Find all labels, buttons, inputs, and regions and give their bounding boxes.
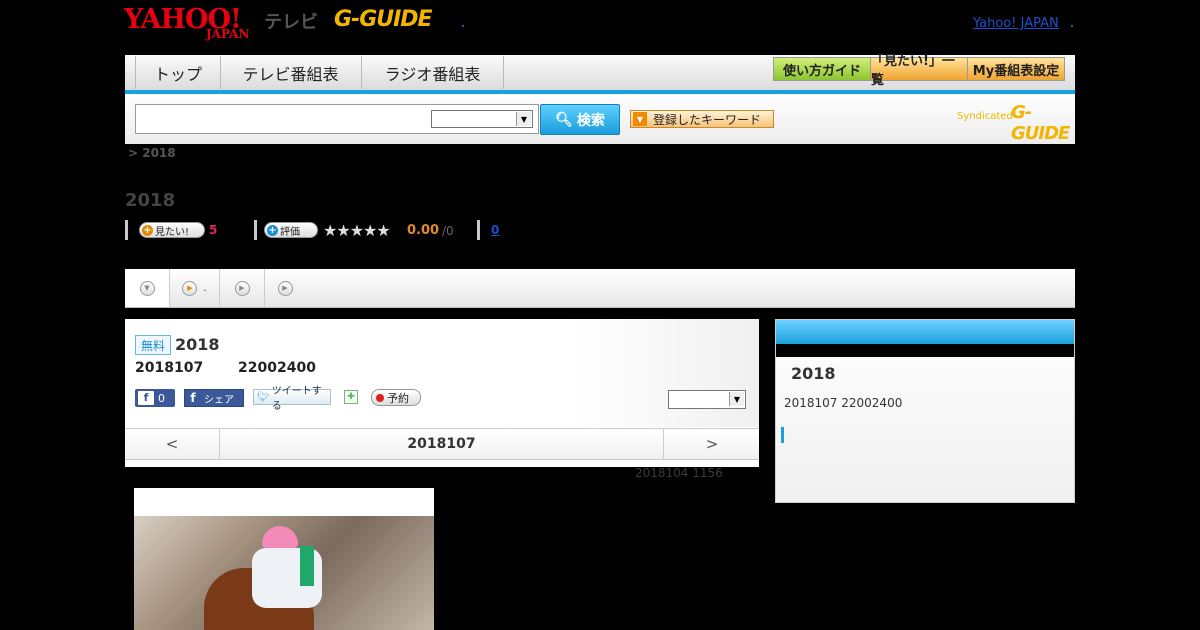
star-rating-icons: ★★★★★ <box>323 221 391 240</box>
play-icon: ▶ <box>234 280 250 296</box>
horse-racing-photo <box>134 516 434 630</box>
rate-label: 評価 <box>280 226 300 238</box>
program-meta: 2018104 1156 <box>635 466 723 480</box>
want-list-button[interactable]: 「見たい!」一覧 <box>870 54 968 88</box>
program-card: 無料 2018 2018107 22002400 f 0 f シェア 🐦︎ ツイ… <box>125 319 759 467</box>
program-tabs: ▼ ▶ . ▶ ▶ <box>125 269 1075 308</box>
review-count-link[interactable]: 0 <box>491 223 499 237</box>
facebook-share-label: シェア <box>204 394 234 406</box>
my-listings-settings-button[interactable]: My番組表設定 <box>967 57 1065 81</box>
record-dot-icon <box>376 393 384 402</box>
tab-schedule[interactable]: ▶ <box>220 269 265 307</box>
nav-tab-tv-listings[interactable]: テレビ番組表 <box>220 56 362 89</box>
jockey-cap-shape <box>262 526 298 548</box>
divider <box>477 220 480 240</box>
sidebar-title: 2018 <box>791 364 836 383</box>
chevron-down-icon: ▼ <box>139 280 155 296</box>
tv-logo-label: テレビ <box>264 12 318 33</box>
header-divider-dot <box>462 25 464 27</box>
tab-program-info[interactable]: ▼ <box>125 269 170 307</box>
rate-button[interactable]: + 評価 <box>264 222 318 238</box>
play-icon: ▶ <box>277 280 293 296</box>
play-icon: ▶ <box>182 280 198 296</box>
current-day-label: 2018107 <box>407 436 476 452</box>
rating-score: 0.00 <box>407 223 440 238</box>
want-to-watch-label: 見たい! <box>155 226 190 238</box>
sidebar-accent-bar <box>781 427 784 443</box>
search-button[interactable]: 🔍︎ 検索 <box>540 104 620 135</box>
facebook-icon: f <box>190 391 196 405</box>
saved-keywords-button[interactable]: ▼ 登録したキーワード <box>630 110 774 128</box>
gguide-logo[interactable]: G-GUIDE <box>334 7 433 32</box>
sidebar-header <box>776 320 1074 344</box>
reserve-label: 予約 <box>387 391 409 405</box>
header-divider-dot <box>1071 25 1073 27</box>
search-category-select[interactable]: ▼ <box>431 110 533 128</box>
program-time: 22002400 <box>238 360 316 376</box>
facebook-icon: f <box>138 391 154 405</box>
program-title: 2018 <box>175 335 220 354</box>
nav-tab-radio-listings[interactable]: ラジオ番組表 <box>362 56 504 89</box>
syndicated-gguide-logo: G-GUIDE <box>1011 102 1070 144</box>
syndicated-label: Syndicated <box>957 111 1013 122</box>
twitter-bird-icon: 🐦︎ <box>257 391 270 403</box>
previous-day-button[interactable]: < <box>125 429 220 459</box>
tweet-label: ツイートする <box>271 386 322 412</box>
tweet-button[interactable]: 🐦︎ ツイートする <box>253 386 331 412</box>
facebook-like-button[interactable]: f 0 <box>135 389 175 407</box>
reserve-recording-button[interactable]: 予約 <box>371 389 421 406</box>
want-to-watch-button[interactable]: + 見たい! <box>139 222 205 238</box>
search-bar: ▼ 🔍︎ 検索 ▼ 登録したキーワード Syndicated G-GUIDE <box>125 94 1075 144</box>
plus-icon: + <box>267 224 278 236</box>
nav-tab-top[interactable]: トップ <box>135 56 221 89</box>
jockey-silk-stripe <box>300 546 314 586</box>
day-navigation: < 2018107 > <box>125 428 759 460</box>
program-options-select[interactable]: ▼ <box>668 390 746 409</box>
search-icon: 🔍︎ <box>555 111 573 128</box>
program-thumbnail[interactable] <box>134 488 434 630</box>
facebook-like-count: 0 <box>158 391 165 405</box>
bookmark-icon[interactable]: ✚ <box>344 390 358 404</box>
tab-related[interactable]: ▶ . <box>170 269 220 307</box>
triangle-down-icon: ▼ <box>633 112 647 126</box>
plus-icon: + <box>142 224 153 236</box>
chevron-down-icon: ▼ <box>729 392 744 406</box>
next-day-button[interactable]: > <box>663 429 760 459</box>
want-count: 5 <box>209 223 218 237</box>
chevron-down-icon: ▼ <box>516 112 531 126</box>
divider <box>254 220 257 240</box>
facebook-share-button[interactable]: f シェア <box>184 389 244 407</box>
main-nav: トップ テレビ番組表 ラジオ番組表 使い方ガイド 「見たい!」一覧 My番組表設… <box>125 54 1075 94</box>
page-title: 2018 <box>125 190 176 211</box>
search-button-label: 検索 <box>576 112 605 129</box>
tab-label: . <box>203 282 207 294</box>
rating-count: /0 <box>442 224 454 238</box>
rating-row: + 見たい! 5 + 評価 ★★★★★ 0.00 /0 0 <box>125 220 625 242</box>
program-date: 2018107 <box>135 360 204 376</box>
saved-keywords-label: 登録したキーワード <box>653 112 762 127</box>
usage-guide-button[interactable]: 使い方ガイド <box>773 57 871 81</box>
tab-reviews[interactable]: ▶ <box>265 269 305 307</box>
yahoo-japan-link[interactable]: Yahoo! JAPAN <box>973 16 1059 31</box>
divider <box>125 220 128 240</box>
yahoo-japan-logo-sub: JAPAN <box>206 27 250 41</box>
program-card-header: 無料 2018 2018107 22002400 f 0 f シェア 🐦︎ ツイ… <box>125 319 759 427</box>
free-badge: 無料 <box>135 335 171 355</box>
sidebar-header-strip <box>776 344 1074 357</box>
breadcrumb: > 2018 <box>128 146 176 160</box>
sidebar-panel: 2018 2018107 22002400 <box>775 319 1075 503</box>
sidebar-date: 2018107 22002400 <box>784 396 903 410</box>
